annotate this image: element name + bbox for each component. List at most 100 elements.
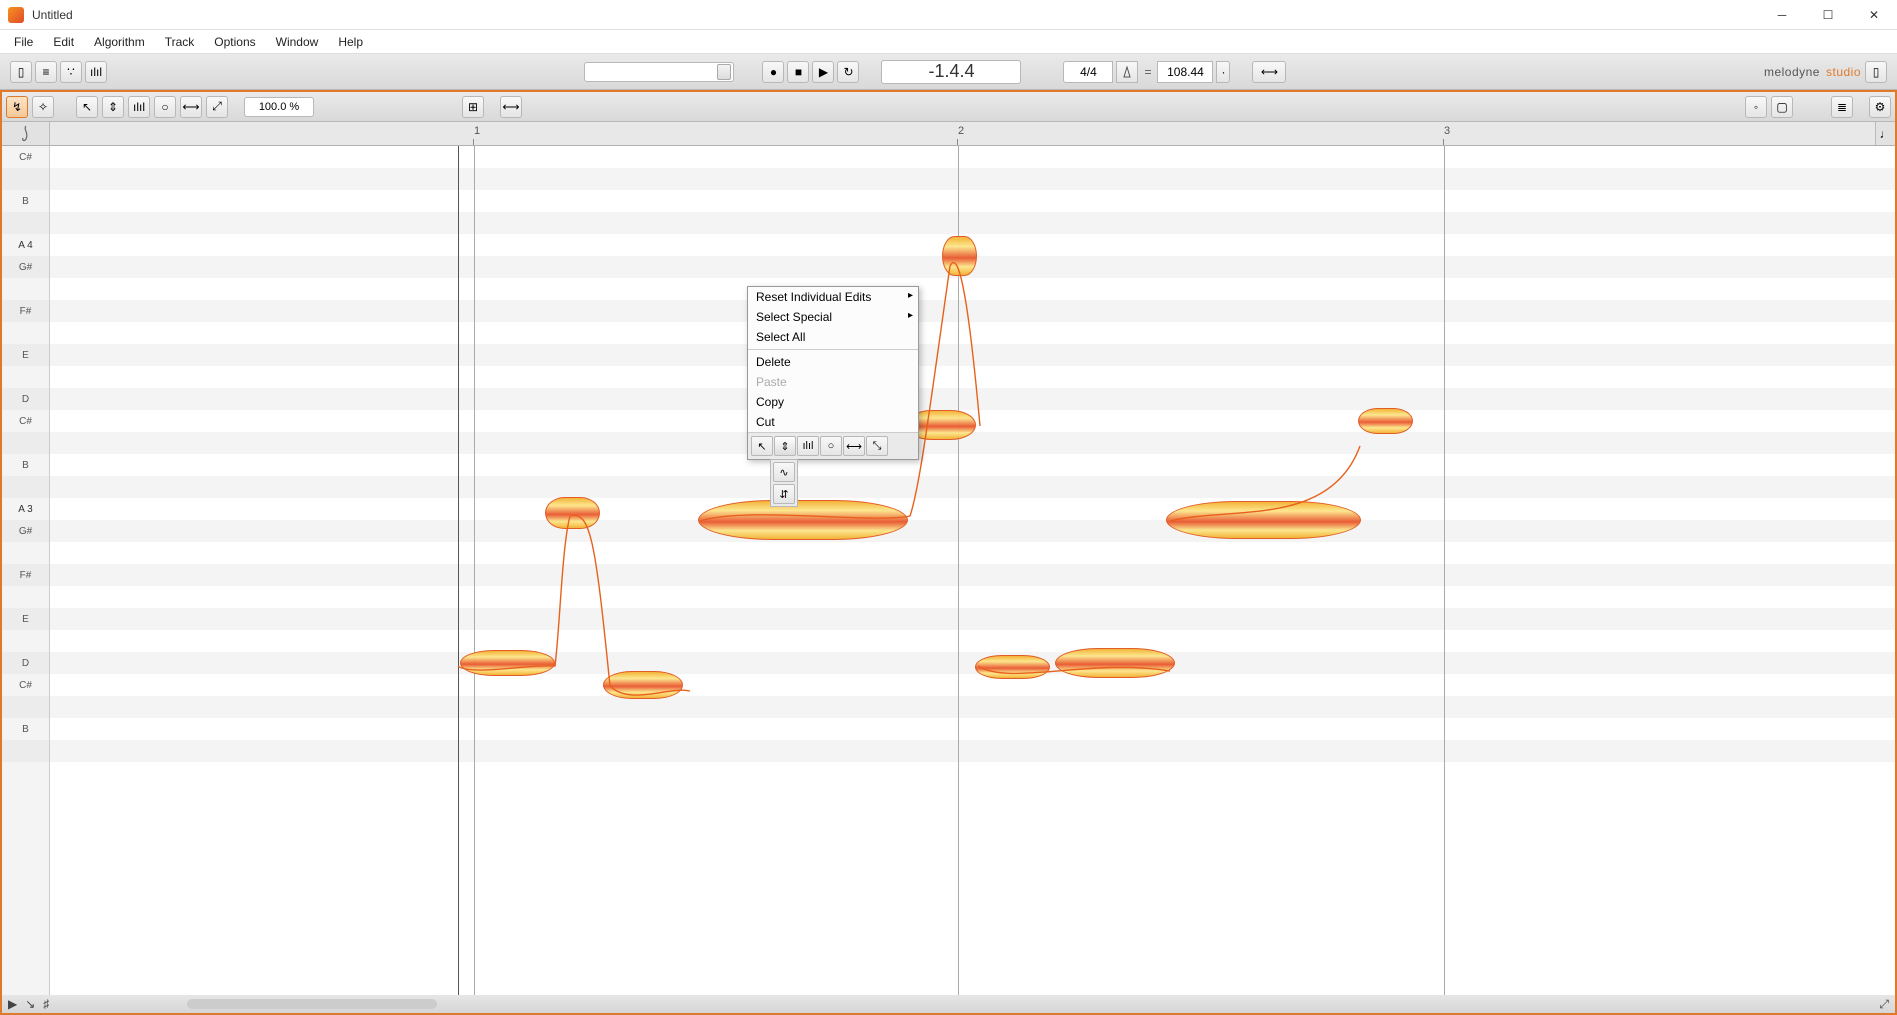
menu-window[interactable]: Window xyxy=(266,32,329,52)
cm-tool-separate[interactable]: ⤡ xyxy=(866,436,888,456)
brand-logo: melodynestudio xyxy=(1764,65,1861,79)
pitch-row xyxy=(2,432,49,454)
correct-pitch-button[interactable]: ✧ xyxy=(32,96,54,118)
pitch-row: C# xyxy=(2,146,49,168)
pitch-row xyxy=(2,278,49,300)
note-blob[interactable] xyxy=(460,650,555,676)
layout-toggle-3[interactable]: ∵ xyxy=(60,61,82,83)
cm-tool-arrow[interactable]: ↖ xyxy=(751,436,773,456)
stop-button[interactable]: ■ xyxy=(787,61,809,83)
ruler-note-icon[interactable]: ♩ xyxy=(1875,122,1895,145)
note-blob[interactable] xyxy=(1166,501,1361,539)
layout-toggle-2[interactable]: ≡ xyxy=(35,61,57,83)
pitch-row: G# xyxy=(2,256,49,278)
pitch-row: D xyxy=(2,388,49,410)
zoom-level[interactable]: 100.0 % xyxy=(244,97,314,117)
pitch-row xyxy=(2,630,49,652)
cm-tool-formant[interactable]: ılıl xyxy=(797,436,819,456)
time-ruler[interactable]: 1 2 3 ♩ xyxy=(2,122,1895,146)
amplitude-tool[interactable]: ○ xyxy=(154,96,176,118)
pitch-row: F# xyxy=(2,564,49,586)
brand-name-1: melodyne xyxy=(1764,65,1820,79)
pitch-row xyxy=(2,212,49,234)
cm-delete[interactable]: Delete xyxy=(748,352,918,372)
pitch-row xyxy=(2,322,49,344)
note-separation-tool[interactable]: ⤢ xyxy=(206,96,228,118)
pitch-row: C# xyxy=(2,674,49,696)
note-blob[interactable] xyxy=(545,497,600,529)
time-grid-button[interactable]: ⟷ xyxy=(500,96,522,118)
note-blob[interactable] xyxy=(603,671,683,699)
menu-file[interactable]: File xyxy=(4,32,43,52)
note-blob[interactable] xyxy=(1358,408,1413,434)
menu-help[interactable]: Help xyxy=(328,32,373,52)
layout-toggle-1[interactable]: ▯ xyxy=(10,61,32,83)
menu-options[interactable]: Options xyxy=(204,32,265,52)
timing-tool[interactable]: ⟷ xyxy=(180,96,202,118)
metronome-icon[interactable] xyxy=(1116,61,1138,83)
view-option-1[interactable]: ◦ xyxy=(1745,96,1767,118)
cm-tool-pitch-mod[interactable]: ∿ xyxy=(773,462,795,482)
note-blob[interactable] xyxy=(1055,648,1175,678)
pitch-grid-button[interactable]: ⊞ xyxy=(462,96,484,118)
cm-cut[interactable]: Cut xyxy=(748,412,918,432)
menu-algorithm[interactable]: Algorithm xyxy=(84,32,155,52)
cm-tool-pitch-drift[interactable]: ⇵ xyxy=(773,484,795,504)
note-reference-icon[interactable]: ↘ xyxy=(25,997,35,1011)
show-blob-info-icon[interactable]: ▶ xyxy=(8,997,17,1011)
note-blob[interactable] xyxy=(698,500,908,540)
minimize-button[interactable]: ─ xyxy=(1759,0,1805,30)
cm-tool-amplitude[interactable]: ○ xyxy=(820,436,842,456)
tempo-value[interactable]: 108.44 xyxy=(1157,61,1213,83)
formant-tool[interactable]: ılıl xyxy=(128,96,150,118)
ruler-clef-icon[interactable] xyxy=(2,122,50,145)
pitch-ruler[interactable]: C#BA 4G#F#EDC#BA 3G#F#EDC#B xyxy=(2,146,50,995)
pitch-row: B xyxy=(2,718,49,740)
pitch-row xyxy=(2,696,49,718)
record-button[interactable]: ● xyxy=(762,61,784,83)
cm-select-special[interactable]: Select Special xyxy=(748,307,918,327)
cm-reset-edits[interactable]: Reset Individual Edits xyxy=(748,287,918,307)
cm-tool-timing[interactable]: ⟷ xyxy=(843,436,865,456)
pitch-row xyxy=(2,366,49,388)
pitch-row: G# xyxy=(2,520,49,542)
main-tool-arrow[interactable]: ↖ xyxy=(76,96,98,118)
cycle-range-slider[interactable] xyxy=(584,62,734,82)
note-assignment-mode-button[interactable]: ↯ xyxy=(6,96,28,118)
pitch-row: A 4 xyxy=(2,234,49,256)
note-editor[interactable]: C#BA 4G#F#EDC#BA 3G#F#EDC#B Reset Indivi… xyxy=(2,146,1895,995)
cm-tool-pitch[interactable]: ⇕ xyxy=(774,436,796,456)
autoscroll-button[interactable]: ⟷ xyxy=(1252,61,1286,83)
menu-edit[interactable]: Edit xyxy=(43,32,84,52)
pitch-tool[interactable]: ⇕ xyxy=(102,96,124,118)
transport-position[interactable]: -1.4.4 xyxy=(881,60,1021,84)
chord-display-icon[interactable]: ♯ xyxy=(43,997,49,1011)
view-option-2[interactable]: ▢ xyxy=(1771,96,1793,118)
note-area[interactable]: Reset Individual Edits Select Special Se… xyxy=(50,146,1895,995)
info-panel-toggle[interactable]: ▯ xyxy=(1865,61,1887,83)
time-signature[interactable]: 4/4 xyxy=(1063,61,1113,83)
ruler-mark-3: 3 xyxy=(1444,125,1450,137)
playhead[interactable] xyxy=(458,146,459,995)
note-blob[interactable] xyxy=(942,236,977,276)
play-button[interactable]: ▶ xyxy=(812,61,834,83)
vertical-zoom-icon[interactable]: ⤢ xyxy=(1879,997,1889,1012)
menu-track[interactable]: Track xyxy=(155,32,205,52)
slider-thumb[interactable] xyxy=(717,64,731,80)
close-button[interactable]: ✕ xyxy=(1851,0,1897,30)
layout-toggle-4[interactable]: ılıl xyxy=(85,61,107,83)
note-blob[interactable] xyxy=(975,655,1050,679)
cm-paste: Paste xyxy=(748,372,918,392)
cm-copy[interactable]: Copy xyxy=(748,392,918,412)
maximize-button[interactable]: ☐ xyxy=(1805,0,1851,30)
settings-gear-icon[interactable]: ⚙ xyxy=(1869,96,1891,118)
cm-select-all[interactable]: Select All xyxy=(748,327,918,347)
pitch-row: C# xyxy=(2,410,49,432)
horizontal-scrollbar[interactable] xyxy=(187,999,437,1009)
cycle-button[interactable]: ↻ xyxy=(837,61,859,83)
tempo-dropdown[interactable]: · xyxy=(1216,61,1230,83)
transport-toolbar: ▯ ≡ ∵ ılıl ● ■ ▶ ↻ -1.4.4 4/4 = 108.44 ·… xyxy=(0,54,1897,90)
view-option-3[interactable]: ≣ xyxy=(1831,96,1853,118)
app-icon xyxy=(8,7,24,23)
editor-frame: ↯ ✧ ↖ ⇕ ılıl ○ ⟷ ⤢ 100.0 % ⊞ ⟷ ◦ ▢ ≣ ⚙ 1… xyxy=(0,90,1897,1015)
